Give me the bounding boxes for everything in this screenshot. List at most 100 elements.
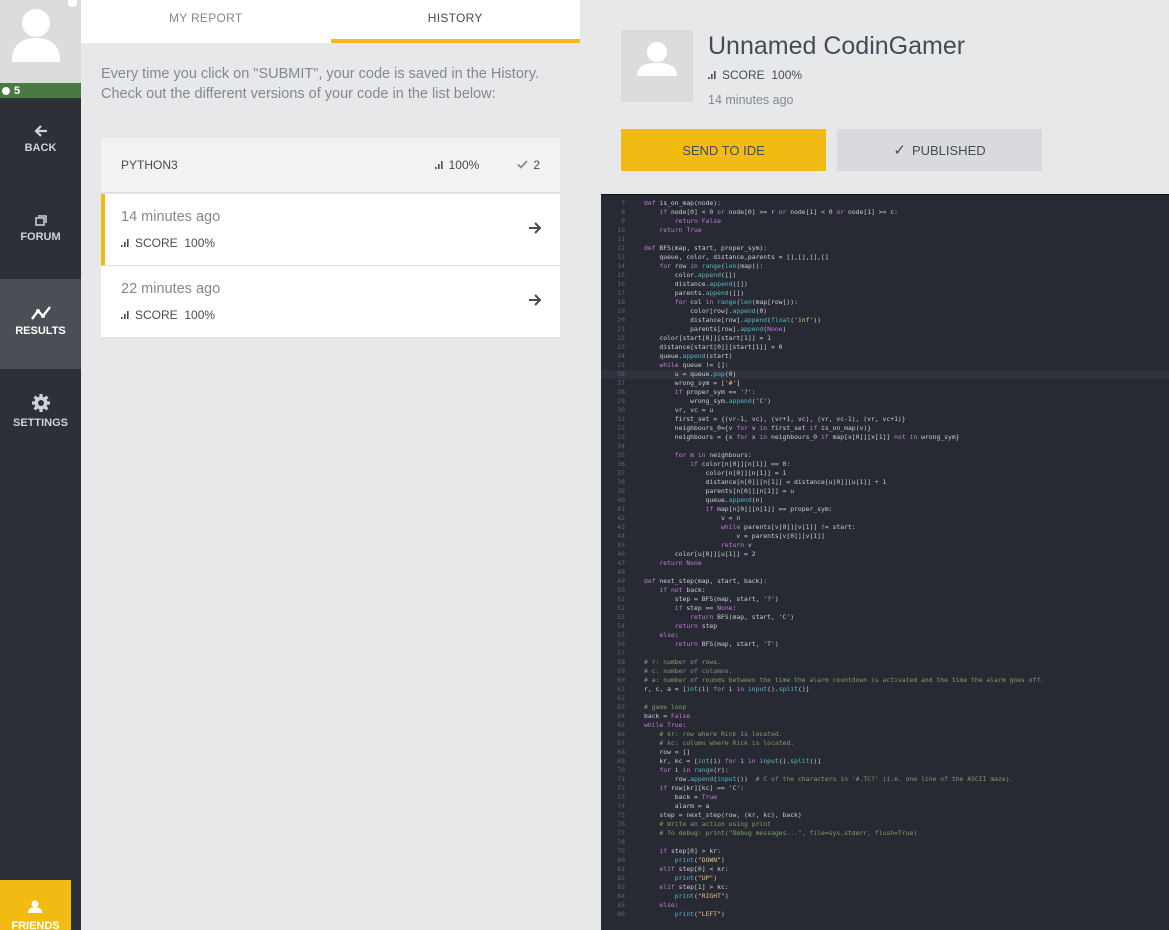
- avatar[interactable]: [0, 0, 81, 83]
- code-line: 16 distance.append([]): [601, 280, 1169, 289]
- code-line: 60 # a: number of rounds between the time…: [601, 676, 1169, 685]
- sidebar-item-settings[interactable]: SETTINGS: [0, 393, 81, 447]
- line-number: 78: [617, 838, 625, 846]
- line-number: 86: [617, 910, 625, 918]
- line-number: 29: [617, 397, 625, 405]
- code-line: 70 for i in range(r):: [601, 766, 1169, 775]
- code-line: 58 # r: number of rows.: [601, 658, 1169, 667]
- line-number: 10: [617, 226, 625, 234]
- player-name: Unnamed CodinGamer: [708, 32, 966, 60]
- line-text: print("LEFT"): [674, 910, 725, 918]
- code-line: 35 for n in neighbours:: [601, 451, 1169, 460]
- code-line: 76 # Write an action using print: [601, 820, 1169, 829]
- line-number: 50: [617, 586, 625, 594]
- line-number: 54: [617, 622, 625, 630]
- line-text: elif step[1] > kc:: [659, 883, 729, 891]
- code-line: 29 wrong_sym.append('C'): [601, 397, 1169, 406]
- line-text: color[u[0]][u[1]] = 2: [644, 550, 756, 558]
- tab-my-report[interactable]: MY REPORT: [81, 0, 331, 43]
- history-item[interactable]: 22 minutes ago SCORE 100%: [101, 266, 560, 338]
- line-number: 12: [617, 244, 625, 252]
- code-line: 30 vr, vc = u: [601, 406, 1169, 415]
- line-text: v = n: [644, 514, 741, 522]
- arrow-right-icon[interactable]: [529, 222, 542, 234]
- line-text: vr, vc = u: [644, 406, 714, 414]
- line-text: print("DOWN"): [674, 856, 725, 864]
- line-number: 47: [617, 559, 625, 567]
- line-text: if not back:: [659, 586, 706, 594]
- code-line: 9 return False: [601, 217, 1169, 226]
- code-line: 56 return BFS(map, start, 'T'): [601, 640, 1169, 649]
- code-line: 71 row.append(input()) # C of the charac…: [601, 775, 1169, 784]
- line-number: 55: [617, 631, 625, 639]
- score-value: 100%: [184, 308, 216, 322]
- line-number: 33: [617, 433, 625, 441]
- line-text: queue.append(start): [644, 352, 733, 360]
- code-line: 14 for row in range(len(map)):: [601, 262, 1169, 271]
- line-text: for row in range(len(map)):: [659, 262, 764, 270]
- sidebar-item-back[interactable]: BACK: [0, 124, 81, 178]
- send-to-ide-button[interactable]: SEND TO IDE: [621, 129, 826, 171]
- line-text: [625, 649, 644, 658]
- submission-detail-panel: Unnamed CodinGamer SCORE 100% 14 minutes…: [601, 12, 1169, 930]
- code-line: 64 back = False: [601, 712, 1169, 721]
- code-line: 31 first_set = {(vr-1, vc), (vr+1, vc), …: [601, 415, 1169, 424]
- line-number: 66: [617, 730, 625, 738]
- line-text: # To debug: print("Debug messages...", f…: [659, 829, 918, 837]
- line-text: row = []: [644, 748, 691, 756]
- language-row: PYTHON3 100% 2: [101, 138, 560, 193]
- line-text: def is_on_map(node):: [644, 199, 721, 207]
- line-number: 59: [617, 667, 625, 675]
- line-text: wrong_sym = ['#']: [644, 379, 741, 387]
- code-line: 23 distance[start[0]][start[1]] = 0: [601, 343, 1169, 352]
- history-time: 22 minutes ago: [121, 281, 221, 297]
- line-text: while True:: [644, 721, 687, 729]
- code-line: 43 while parents[v[0]][v[1]] != start:: [601, 523, 1169, 532]
- history-item[interactable]: 14 minutes ago SCORE 100%: [101, 194, 560, 266]
- line-number: 34: [617, 442, 625, 450]
- code-line: 44 v = parents[v[0]][v[1]]: [601, 532, 1169, 541]
- line-number: 15: [617, 271, 625, 279]
- arrow-right-icon[interactable]: [529, 294, 542, 306]
- line-text: # game loop: [644, 703, 687, 711]
- line-text: elif step[0] < kr:: [659, 865, 729, 873]
- code-viewer[interactable]: 7 def is_on_map(node): 8 if node[0] < 0 or…: [601, 194, 1169, 930]
- line-text: if step == None:: [674, 604, 737, 612]
- line-text: return BFS(map, start, 'C'): [690, 613, 795, 621]
- notification-icon[interactable]: [68, 0, 77, 7]
- published-button[interactable]: ✓ PUBLISHED: [837, 129, 1042, 171]
- code-line: 62: [601, 694, 1169, 703]
- friends-button[interactable]: FRIENDS: [0, 880, 71, 930]
- line-text: if proper_sym == '?':: [674, 388, 756, 396]
- language-name: PYTHON3: [121, 158, 178, 172]
- line-number: 60: [617, 676, 625, 684]
- code-line: 55 else:: [601, 631, 1169, 640]
- line-number: 77: [617, 829, 625, 837]
- code-line: 11: [601, 235, 1169, 244]
- sidebar-item-label: RESULTS: [15, 325, 66, 337]
- line-number: 37: [617, 469, 625, 477]
- code-line: 45 return v: [601, 541, 1169, 550]
- sidebar-item-forum[interactable]: FORUM: [0, 215, 81, 269]
- line-text: while parents[v[0]][v[1]] != start:: [720, 523, 856, 531]
- line-text: if row[kr][kc] == 'C':: [659, 784, 745, 792]
- line-text: if map[n[0]][n[1]] == proper_sym:: [705, 505, 833, 513]
- sidebar-item-results[interactable]: RESULTS: [0, 279, 81, 369]
- language-score-value: 100%: [448, 158, 480, 172]
- code-line: 65 while True:: [601, 721, 1169, 730]
- history-intro-text: Every time you click on "SUBMIT", your c…: [101, 66, 539, 102]
- avatar-placeholder-icon: [637, 42, 677, 76]
- line-number: 23: [617, 343, 625, 351]
- tab-history[interactable]: HISTORY: [330, 0, 581, 43]
- code-line: 24 queue.append(start): [601, 352, 1169, 361]
- line-number: 40: [617, 496, 625, 504]
- line-text: back = True: [644, 793, 718, 801]
- line-text: return None: [659, 559, 702, 567]
- code-line: 8 if node[0] < 0 or node[0] >= r or node…: [601, 208, 1169, 217]
- check-icon: ✓: [893, 142, 906, 159]
- line-text: else:: [659, 901, 679, 909]
- code-line: 75 step = next_step(row, (kr, kc), back): [601, 811, 1169, 820]
- line-number: 31: [617, 415, 625, 423]
- code-line: 26 u = queue.pop(0): [601, 370, 1169, 379]
- line-text: queue.append(n): [644, 496, 764, 504]
